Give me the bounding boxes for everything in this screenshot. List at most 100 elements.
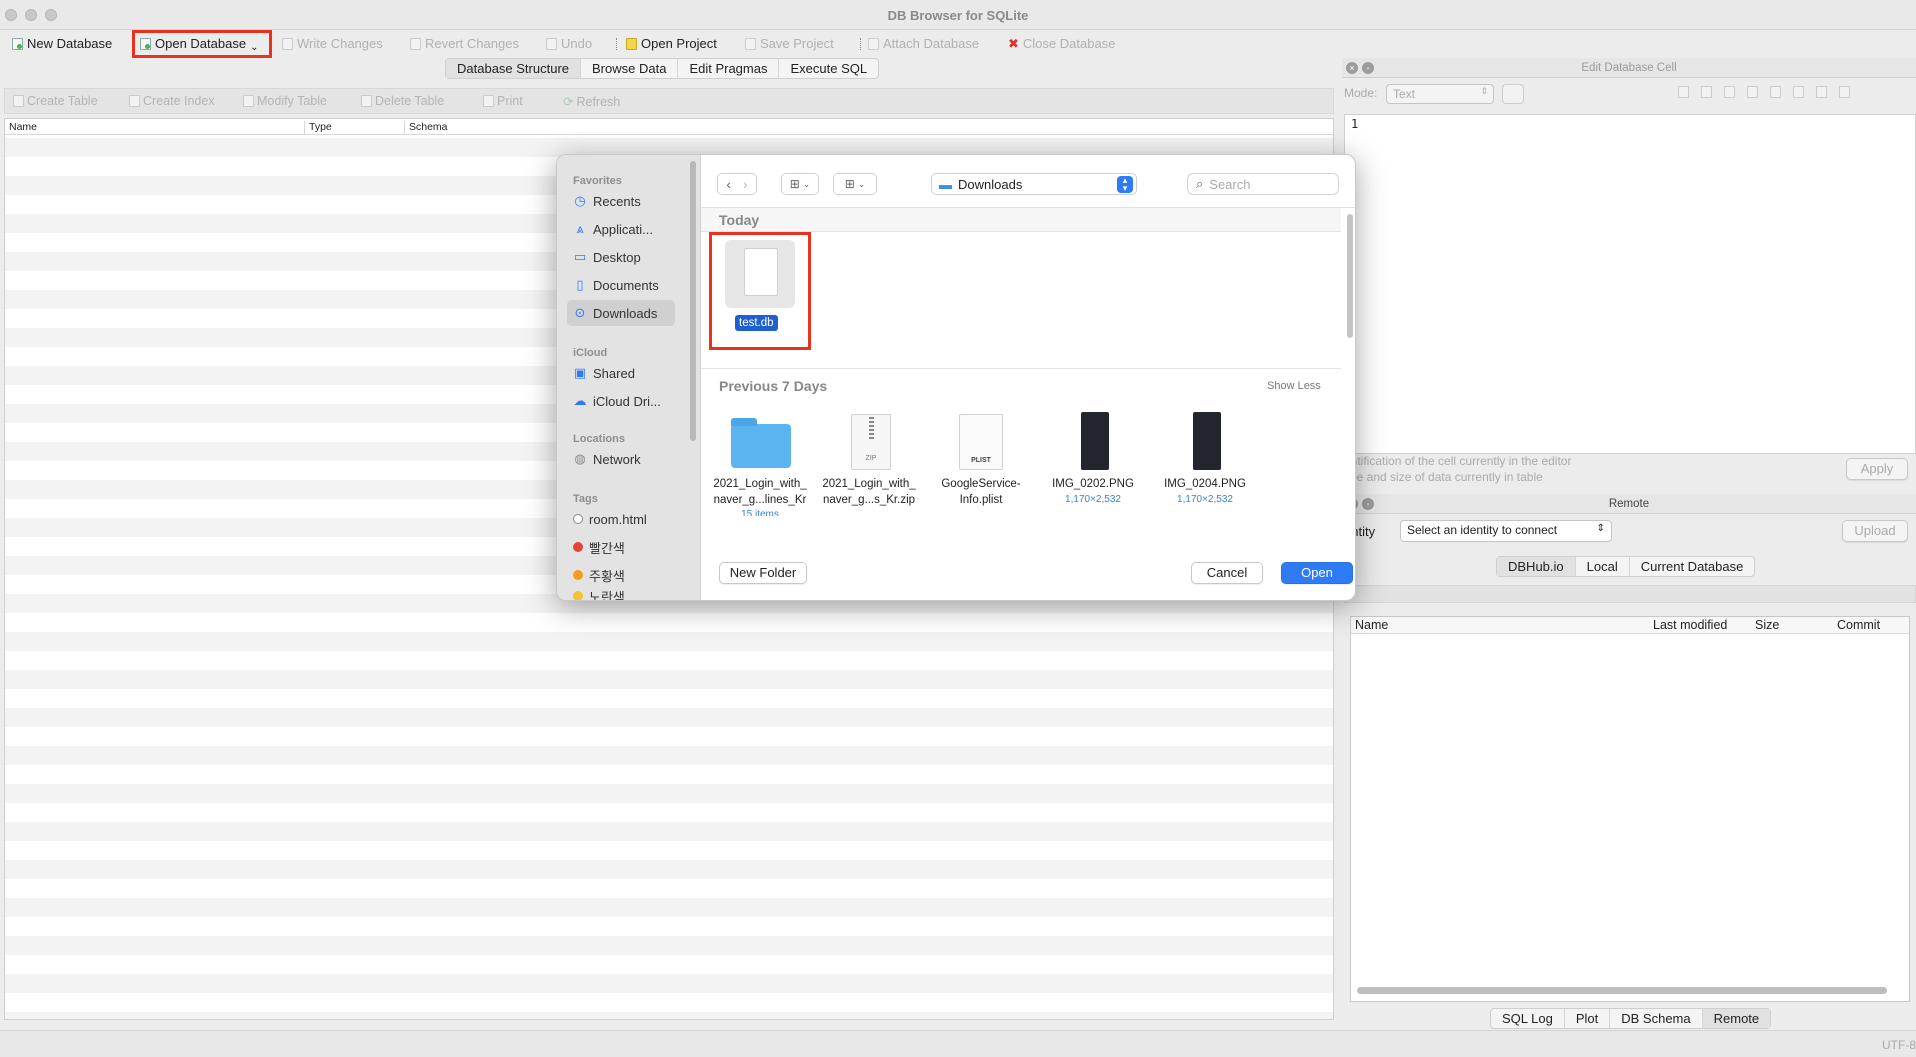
- print-cell-icon[interactable]: [1793, 86, 1804, 98]
- tab-local[interactable]: Local: [1576, 557, 1630, 576]
- sidebar-item-shared[interactable]: ▣ Shared: [567, 360, 675, 386]
- print-button[interactable]: Print: [483, 94, 523, 108]
- tag-color-dot: [573, 570, 583, 580]
- word-wrap-icon[interactable]: [1701, 86, 1712, 98]
- column-commit[interactable]: Commit: [1837, 618, 1880, 632]
- print-icon: [483, 95, 494, 107]
- sidebar-item-label: 주황색: [589, 568, 625, 584]
- export-icon[interactable]: [1747, 86, 1758, 98]
- open-external-icon[interactable]: [1816, 86, 1827, 98]
- text-mode-icon[interactable]: [1678, 86, 1689, 98]
- location-select[interactable]: ▬ Downloads ▴ ▾: [931, 173, 1137, 195]
- back-forward-buttons[interactable]: ‹ ›: [717, 173, 757, 195]
- tab-sql-log[interactable]: SQL Log: [1491, 1009, 1565, 1028]
- sidebar-item-recents[interactable]: ◷ Recents: [567, 188, 675, 214]
- tab-execute-sql[interactable]: Execute SQL: [779, 59, 878, 78]
- apply-button[interactable]: Apply: [1846, 458, 1908, 480]
- auto-switch-mode-button[interactable]: [1502, 84, 1524, 104]
- float-dock-icon[interactable]: ◦: [1362, 498, 1374, 510]
- tab-current-database[interactable]: Current Database: [1630, 557, 1755, 576]
- create-index-button[interactable]: Create Index: [129, 94, 215, 108]
- column-name[interactable]: Name: [5, 121, 305, 134]
- cancel-button[interactable]: Cancel: [1191, 562, 1263, 584]
- create-table-button[interactable]: Create Table: [13, 94, 98, 108]
- mode-select[interactable]: Text ⇕: [1386, 84, 1494, 104]
- undo-button[interactable]: Undo: [546, 35, 592, 53]
- horizontal-scrollbar[interactable]: [1357, 987, 1887, 994]
- cell-editor[interactable]: 1: [1344, 114, 1916, 454]
- view-mode-button[interactable]: ⊞ ⌄: [781, 173, 819, 195]
- file-item-folder[interactable]: 2021_Login_with_ naver_g...lines_Kr 15 i…: [709, 410, 807, 540]
- file-item-test-db[interactable]: [725, 240, 795, 308]
- save-icon[interactable]: [1839, 86, 1850, 98]
- file-item-zip[interactable]: ZIP 2021_Login_with_ naver_g...s_Kr.zip: [821, 410, 917, 540]
- tab-plot[interactable]: Plot: [1565, 1009, 1611, 1028]
- document-icon: ▯: [576, 277, 584, 292]
- group-icon: ⊞: [844, 177, 855, 191]
- sidebar-item-applications[interactable]: ⩓ Applicati...: [567, 216, 675, 242]
- locations-heading: Locations: [573, 433, 625, 445]
- sidebar-item-downloads[interactable]: ⊙ Downloads: [567, 300, 675, 326]
- revert-changes-button[interactable]: Revert Changes: [410, 35, 519, 53]
- chevron-right-icon[interactable]: ›: [743, 176, 748, 192]
- modify-table-button[interactable]: Modify Table: [243, 94, 327, 108]
- group-by-button[interactable]: ⊞ ⌄: [833, 173, 877, 195]
- set-null-icon[interactable]: [1770, 86, 1781, 98]
- sidebar-tag-red[interactable]: 빨간색: [567, 534, 675, 560]
- delete-table-button[interactable]: Delete Table: [361, 94, 444, 108]
- chevron-down-icon[interactable]: ⌄: [250, 39, 258, 57]
- file-name-line1: GoogleService-: [941, 478, 1021, 490]
- column-last-modified[interactable]: Last modified: [1653, 618, 1727, 632]
- import-icon[interactable]: [1724, 86, 1735, 98]
- tab-browse-data[interactable]: Browse Data: [581, 59, 679, 78]
- close-database-button[interactable]: ✖ Close Database: [1008, 35, 1115, 53]
- file-item-plist[interactable]: PLIST GoogleService- Info.plist: [933, 410, 1029, 540]
- tag-color-dot: [573, 591, 583, 600]
- attach-database-button[interactable]: Attach Database: [868, 35, 979, 53]
- sidebar-tag-yellow[interactable]: 노란색: [567, 590, 675, 600]
- sidebar-item-icloud-drive[interactable]: ☁ iCloud Dri...: [567, 388, 675, 414]
- save-project-button[interactable]: Save Project: [745, 35, 834, 53]
- column-schema[interactable]: Schema: [405, 121, 605, 134]
- close-dock-icon[interactable]: ×: [1346, 62, 1358, 74]
- sidebar-item-network[interactable]: ◍ Network: [567, 446, 675, 472]
- tags-heading: Tags: [573, 493, 598, 505]
- tab-remote[interactable]: Remote: [1702, 1009, 1771, 1028]
- sidebar-item-documents[interactable]: ▯ Documents: [567, 272, 675, 298]
- chevron-left-icon[interactable]: ‹: [726, 176, 731, 192]
- refresh-button[interactable]: ⟳ Refresh: [563, 94, 620, 110]
- show-less-button[interactable]: Show Less: [1267, 380, 1321, 392]
- open-project-button[interactable]: Open Project: [626, 35, 717, 53]
- sidebar-item-label: iCloud Dri...: [593, 393, 661, 409]
- edit-cell-title: Edit Database Cell: [1342, 58, 1916, 78]
- tab-dbhub[interactable]: DBHub.io: [1497, 557, 1576, 576]
- search-input[interactable]: ⌕ Search: [1187, 173, 1339, 195]
- tab-database-structure[interactable]: Database Structure: [446, 59, 582, 78]
- file-list-scrollbar[interactable]: [1347, 214, 1353, 338]
- file-item-img-0202[interactable]: IMG_0202.PNG 1,170×2,532: [1045, 410, 1141, 540]
- column-size[interactable]: Size: [1755, 618, 1779, 632]
- new-folder-button[interactable]: New Folder: [719, 562, 807, 584]
- new-database-button[interactable]: New Database: [12, 35, 112, 53]
- file-browser[interactable]: Today test.db Previous 7 Days Show Less …: [701, 207, 1355, 547]
- column-type[interactable]: Type: [305, 121, 405, 134]
- float-dock-icon[interactable]: ◦: [1362, 62, 1374, 74]
- identity-select[interactable]: Select an identity to connect ⇕: [1400, 520, 1612, 542]
- open-database-button[interactable]: Open Database ⌄: [140, 35, 258, 53]
- column-name[interactable]: Name: [1355, 618, 1388, 632]
- sidebar-scrollbar[interactable]: [690, 161, 696, 441]
- upload-button[interactable]: Upload: [1842, 520, 1908, 542]
- write-changes-button[interactable]: Write Changes: [282, 35, 383, 53]
- sidebar-item-desktop[interactable]: ▭ Desktop: [567, 244, 675, 270]
- file-name-test-db[interactable]: test.db: [735, 315, 778, 331]
- file-meta: 1,170×2,532: [1177, 494, 1233, 505]
- tab-edit-pragmas[interactable]: Edit Pragmas: [678, 59, 780, 78]
- file-item-img-0204[interactable]: IMG_0204.PNG 1,170×2,532: [1157, 410, 1253, 540]
- open-button[interactable]: Open: [1281, 562, 1353, 584]
- tab-db-schema[interactable]: DB Schema: [1610, 1009, 1703, 1028]
- folder-icon: ▬: [939, 176, 952, 192]
- remote-file-list[interactable]: Name Last modified Size Commit: [1350, 616, 1910, 1002]
- sidebar-tag-room-html[interactable]: room.html: [567, 506, 675, 532]
- sidebar-tag-orange[interactable]: 주황색: [567, 562, 675, 588]
- zip-file-icon: ZIP: [851, 414, 891, 470]
